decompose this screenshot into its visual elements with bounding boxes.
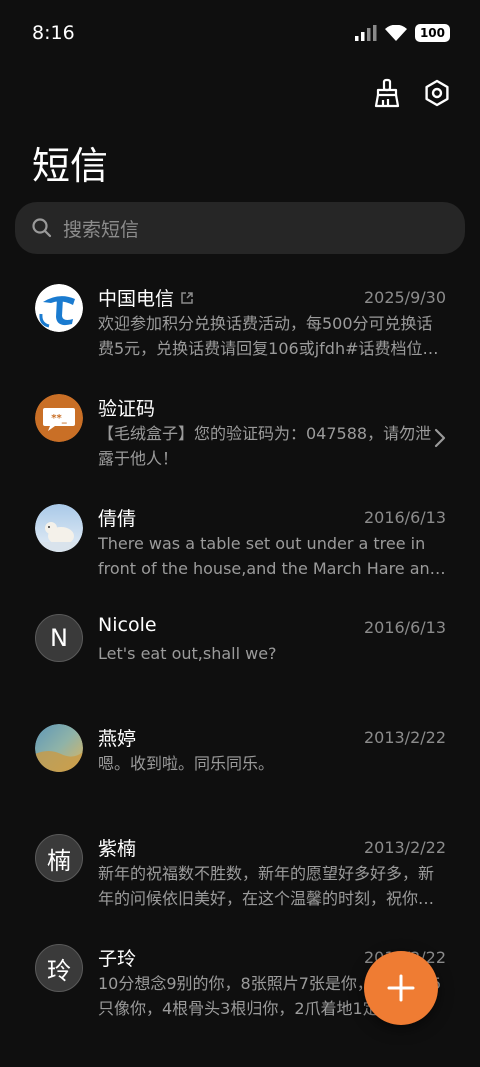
conversation-date: 2013/2/22	[363, 728, 446, 747]
status-time: 8:16	[32, 22, 75, 44]
search-input[interactable]: 搜索短信	[15, 202, 465, 254]
contact-name: 验证码	[98, 398, 156, 420]
conversation-name: 倩倩	[98, 504, 136, 531]
conversation-item[interactable]: 中国电信 2025/9/30 欢迎参加积分兑换话费活动，每500分可兑换话费5元…	[0, 274, 480, 384]
signal-icon	[354, 25, 377, 41]
search-placeholder: 搜索短信	[63, 218, 140, 241]
chevron-right-icon[interactable]	[434, 428, 446, 448]
conversation-date: 2013/2/22	[363, 838, 446, 857]
conversation-item[interactable]: 燕婷 2013/2/22 嗯。收到啦。同乐同乐。	[0, 714, 480, 824]
contact-name: 子玲	[98, 948, 137, 970]
status-bar: 8:16 100	[0, 0, 480, 68]
conversation-date: 2025/9/30	[363, 288, 446, 307]
cleanup-brush-icon[interactable]	[372, 78, 402, 108]
conversation-item[interactable]: N Nicole 2016/6/13 Let's eat out,shall w…	[0, 604, 480, 714]
wifi-icon	[384, 25, 407, 41]
contact-name: 倩倩	[98, 508, 137, 530]
avatar	[35, 724, 83, 772]
message-preview: 【毛绒盒子】您的验证码为：047588，请勿泄露于他人！	[98, 424, 432, 468]
conversation-item[interactable]: 倩倩 2016/6/13 There was a table set out u…	[0, 494, 480, 604]
new-message-button[interactable]	[364, 951, 438, 1025]
conversation-date: 2016/6/13	[363, 618, 446, 637]
avatar	[35, 504, 83, 552]
message-preview: There was a table set out under a tree i…	[98, 534, 440, 578]
contact-name: Nicole	[98, 614, 157, 636]
conversation-name: 验证码	[98, 394, 155, 421]
conversation-name: 紫楠	[98, 834, 136, 861]
conversation-name: 子玲	[98, 944, 136, 971]
plus-icon	[387, 974, 415, 1002]
message-preview: 嗯。收到啦。同乐同乐。	[98, 754, 275, 773]
conversation-name: Nicole	[98, 614, 157, 636]
top-actions	[372, 78, 452, 108]
contact-name: 燕婷	[98, 728, 137, 750]
conversation-name: 燕婷	[98, 724, 136, 751]
battery-indicator: 100	[414, 24, 450, 42]
search-icon	[31, 217, 53, 239]
message-preview: Let's eat out,shall we?	[98, 644, 277, 663]
external-link-icon	[181, 291, 193, 304]
conversation-item[interactable]: 楠 紫楠 2013/2/22 新年的祝福数不胜数，新年的愿望好多好多，新年的问候…	[0, 824, 480, 934]
svg-text:**_: **_	[51, 413, 66, 424]
conversation-list: 中国电信 2025/9/30 欢迎参加积分兑换话费活动，每500分可兑换话费5元…	[0, 274, 480, 1044]
avatar: 玲	[35, 944, 83, 992]
avatar: N	[35, 614, 83, 662]
contact-name: 紫楠	[98, 838, 137, 860]
conversation-name: 中国电信	[98, 284, 194, 311]
message-preview: 新年的祝福数不胜数，新年的愿望好多好多，新年的问候依旧美好，在这个温馨的时刻，祝…	[98, 864, 435, 908]
page-title: 短信	[32, 144, 109, 188]
settings-gear-icon[interactable]	[422, 78, 452, 108]
conversation-item[interactable]: **_ 验证码 【毛绒盒子】您的验证码为：047588，请勿泄露于他人！	[0, 384, 480, 494]
avatar: **_	[35, 394, 83, 442]
message-preview: 欢迎参加积分兑换话费活动，每500分可兑换话费5元，兑换话费请回复106或jfd…	[98, 314, 433, 358]
contact-name: 中国电信	[98, 288, 175, 310]
avatar: 楠	[35, 834, 83, 882]
avatar	[35, 284, 83, 332]
conversation-date: 2016/6/13	[363, 508, 446, 527]
status-icons: 100	[354, 24, 450, 42]
